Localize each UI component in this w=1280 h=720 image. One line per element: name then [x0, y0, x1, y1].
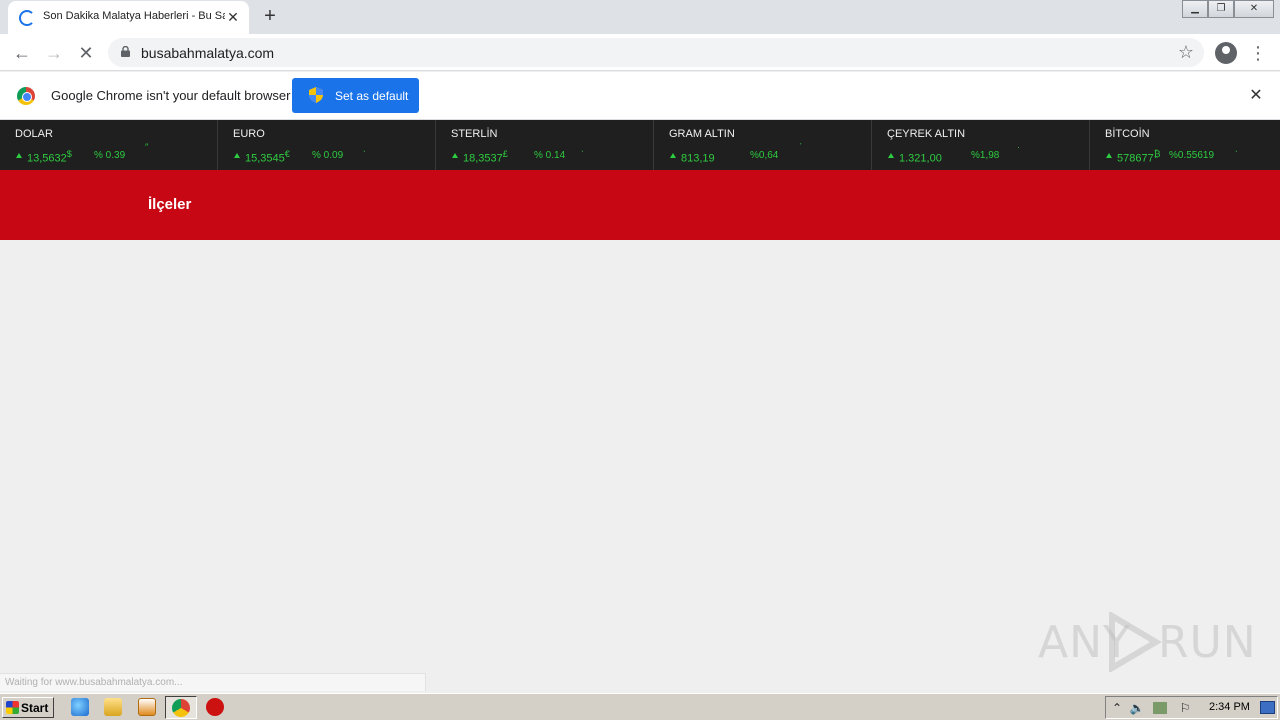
address-bar[interactable]: busabahmalatya.com ☆	[108, 38, 1204, 67]
infobar-message: Google Chrome isn't your default browser	[51, 88, 291, 103]
restore-button[interactable]: ❐	[1208, 0, 1234, 18]
profile-avatar-icon[interactable]	[1215, 42, 1237, 64]
ticker-change: %1,98	[971, 150, 1000, 161]
chrome-taskbar-button[interactable]	[165, 696, 197, 719]
window-close-button[interactable]: ✕	[1234, 0, 1274, 18]
chrome-icon	[172, 699, 190, 717]
up-arrow-icon	[670, 153, 676, 158]
up-arrow-icon	[888, 153, 894, 158]
network-icon[interactable]	[1153, 702, 1167, 714]
shield-icon	[309, 87, 323, 103]
up-arrow-icon	[16, 153, 22, 158]
sparkline-icon: ˎ	[581, 142, 584, 152]
loading-spinner-icon	[19, 10, 35, 26]
ticker-name: BİTCOİN	[1105, 128, 1150, 140]
start-button[interactable]: Start	[2, 697, 54, 718]
internet-explorer-icon[interactable]	[71, 698, 89, 716]
ticker-price: 1.321,00	[899, 152, 942, 165]
tab-title: Son Dakika Malatya Haberleri - Bu Sabah	[43, 10, 225, 22]
forward-button[interactable]: →	[42, 41, 66, 65]
action-center-flag-icon[interactable]: ⚐	[1177, 700, 1193, 716]
ticker-name: STERLİN	[451, 128, 498, 140]
chrome-menu-button[interactable]: ⋮	[1248, 41, 1268, 65]
sparkline-icon: ˎ	[363, 142, 366, 152]
start-label: Start	[21, 701, 49, 715]
stop-button[interactable]: ✕	[74, 41, 98, 65]
ticker-change: % 0.39	[94, 150, 126, 161]
up-arrow-icon	[452, 153, 458, 158]
set-as-default-label: Set as default	[335, 89, 409, 103]
tray-expand-icon[interactable]: ⌃	[1109, 700, 1125, 716]
sparkline-icon: ·	[1017, 142, 1020, 152]
system-tray: ⌃ 🔈 ⚐ 2:34 PM	[1105, 696, 1278, 719]
volume-icon[interactable]: 🔈	[1129, 700, 1145, 716]
chrome-logo-icon	[17, 87, 35, 105]
minimize-button[interactable]: ▁	[1182, 0, 1208, 18]
tab-strip: Son Dakika Malatya Haberleri - Bu Sabah …	[0, 0, 1280, 34]
windows-flag-icon	[6, 701, 19, 714]
sparkline-icon: ″	[145, 142, 149, 152]
status-text: Waiting for www.busabahmalatya.com...	[5, 677, 183, 688]
back-button[interactable]: ←	[10, 41, 34, 65]
up-arrow-icon	[234, 153, 240, 158]
infobar-close-button[interactable]: ✕	[1246, 86, 1266, 106]
watermark-right-text: RUN	[1158, 617, 1257, 668]
ticker-name: DOLAR	[15, 128, 53, 140]
ticker-change: % 0.09	[312, 150, 344, 161]
url-text: busabahmalatya.com	[141, 45, 275, 61]
anyrun-watermark-logo: ANY RUN	[1038, 612, 1256, 672]
ticker-price: 15,3545€	[245, 149, 290, 165]
bookmark-star-icon[interactable]: ☆	[1178, 42, 1194, 63]
currency-ticker: DOLAR 13,5632$ % 0.39 ″ EURO 15,3545€ % …	[0, 120, 1280, 170]
up-arrow-icon	[1106, 153, 1112, 158]
folder-icon[interactable]	[104, 698, 122, 716]
play-triangle-icon	[1109, 612, 1162, 672]
tab-close-button[interactable]: ✕	[224, 8, 242, 26]
windows-taskbar: Start ⌃ 🔈 ⚐ 2:34 PM	[0, 693, 1280, 720]
ticker-name: GRAM ALTIN	[669, 128, 735, 140]
ticker-item-gram-altin[interactable]: GRAM ALTIN 813,19 %0,64 ˊ	[654, 120, 872, 170]
browser-tab[interactable]: Son Dakika Malatya Haberleri - Bu Sabah …	[8, 1, 249, 34]
show-desktop-icon[interactable]	[1260, 701, 1275, 714]
site-nav-bar: İlçeler	[0, 170, 1280, 240]
taskbar-clock[interactable]: 2:34 PM	[1209, 701, 1250, 713]
ticker-item-dolar[interactable]: DOLAR 13,5632$ % 0.39 ″	[0, 120, 218, 170]
ticker-price: 13,5632$	[27, 149, 72, 165]
sparkline-icon: ˊ	[799, 142, 802, 152]
ticker-price: 813,19	[681, 152, 715, 165]
status-bubble: Waiting for www.busabahmalatya.com...	[0, 673, 426, 691]
ticker-name: ÇEYREK ALTIN	[887, 128, 966, 140]
new-tab-button[interactable]: +	[259, 5, 281, 27]
ticker-item-sterlin[interactable]: STERLİN 18,3537£ % 0.14 ˎ	[436, 120, 654, 170]
ticker-change: % 0.14	[534, 150, 566, 161]
ticker-price: 18,3537£	[463, 149, 508, 165]
ticker-change: %0,64	[750, 150, 779, 161]
ticker-price: 578677₿	[1117, 149, 1161, 165]
ticker-item-bitcoin[interactable]: BİTCOİN 578677₿ %0.55619 ˎ	[1090, 120, 1280, 170]
ticker-item-ceyrek-altin[interactable]: ÇEYREK ALTIN 1.321,00 %1,98 ·	[872, 120, 1090, 170]
media-player-icon[interactable]	[138, 698, 156, 716]
ticker-item-euro[interactable]: EURO 15,3545€ % 0.09 ˎ	[218, 120, 436, 170]
lock-icon	[121, 46, 130, 57]
ticker-change: %0.55619	[1169, 150, 1215, 161]
ticker-name: EURO	[233, 128, 265, 140]
set-as-default-button[interactable]: Set as default	[292, 78, 419, 113]
warning-app-icon[interactable]	[206, 698, 224, 716]
sparkline-icon: ˎ	[1235, 142, 1238, 152]
default-browser-infobar: Google Chrome isn't your default browser…	[0, 72, 1280, 120]
nav-link-ilceler[interactable]: İlçeler	[148, 196, 191, 213]
browser-toolbar: ← → ✕ busabahmalatya.com ☆	[0, 34, 1280, 71]
